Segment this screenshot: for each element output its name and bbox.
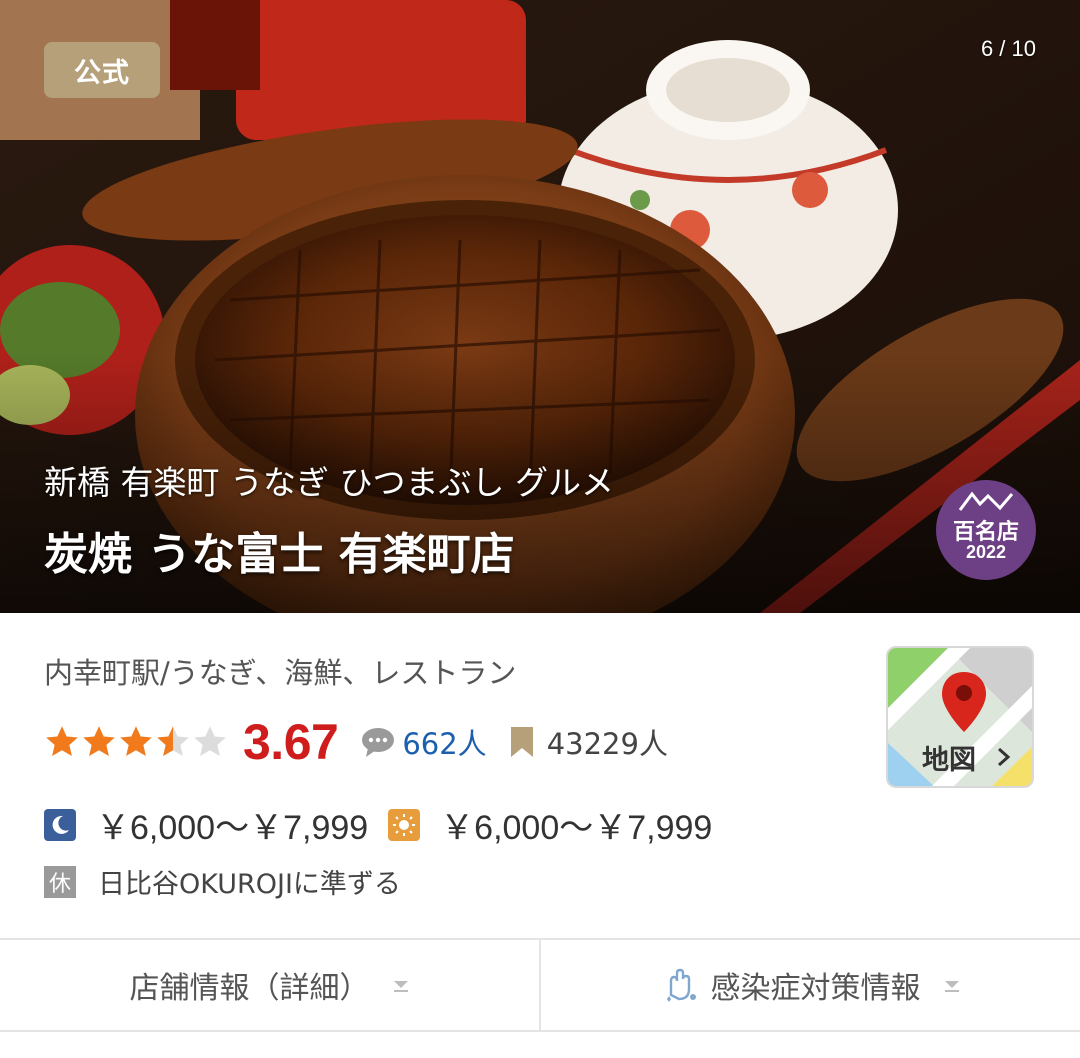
closed-icon: 休 [44,865,76,898]
award-year: 2022 [965,542,1007,562]
tab-store-info-label: 店舗情報（詳細） [129,971,370,1006]
detail-tabs: 店舗情報（詳細） 感染症対策情報 [0,938,1080,1032]
price-row: ￥6,000～￥7,999 ￥6,000～￥7,999 [44,800,732,849]
star-empty-icon [194,726,226,756]
tab-store-info[interactable]: 店舗情報（詳細） [0,940,539,1030]
lunch-price: ￥6,000～￥7,999 [440,809,713,847]
star-half-icon [157,726,189,756]
chevron-down-icon [393,981,408,992]
chevron-down-icon [944,981,959,992]
star-full-icon [120,726,152,756]
moon-icon [44,808,76,841]
star-full-icon [83,726,115,756]
hero-subtitle: 新橋 有楽町 うなぎ ひつまぶし グルメ [44,463,614,502]
tab-infection-measures[interactable]: 感染症対策情報 [539,940,1080,1030]
mountain-icon [958,491,1014,511]
hero-photo[interactable]: 公式 6 / 10 新橋 有楽町 うなぎ ひつまぶし グルメ 炭焼 うな富士 有… [0,0,1080,613]
official-badge: 公式 [44,42,160,98]
closed-days: 日比谷OKUROJIに準ずる [98,869,401,900]
restaurant-name: 炭焼 うな富士 有楽町店 [44,529,515,580]
star-full-icon [46,726,78,756]
chevron-right-icon [998,747,1011,767]
map-label: 地図 [922,745,976,776]
tab-infection-measures-label: 感染症対策情報 [710,971,921,1006]
sun-icon [388,808,421,841]
sanitize-hand-icon [666,968,696,1002]
review-count-link[interactable]: 662人 [402,721,486,763]
map-button[interactable]: 地図 [886,646,1034,788]
review-bubble-icon [362,728,395,757]
rating-score: 3.67 [243,714,339,770]
rating-row: 3.67 662人 43229人 [44,712,668,772]
closed-days-row: 休 日比谷OKUROJIに準ずる [44,862,401,901]
bookmark-icon [510,727,533,757]
station-genre[interactable]: 内幸町駅/うなぎ、海鮮、レストラン [44,650,516,692]
photo-counter: 6 / 10 [980,36,1036,61]
rating-stars [44,724,229,760]
hyakumeiten-award-badge[interactable]: 百名店 2022 [936,480,1036,580]
dinner-price: ￥6,000～￥7,999 [96,809,369,847]
bookmark-count[interactable]: 43229人 [547,721,668,763]
